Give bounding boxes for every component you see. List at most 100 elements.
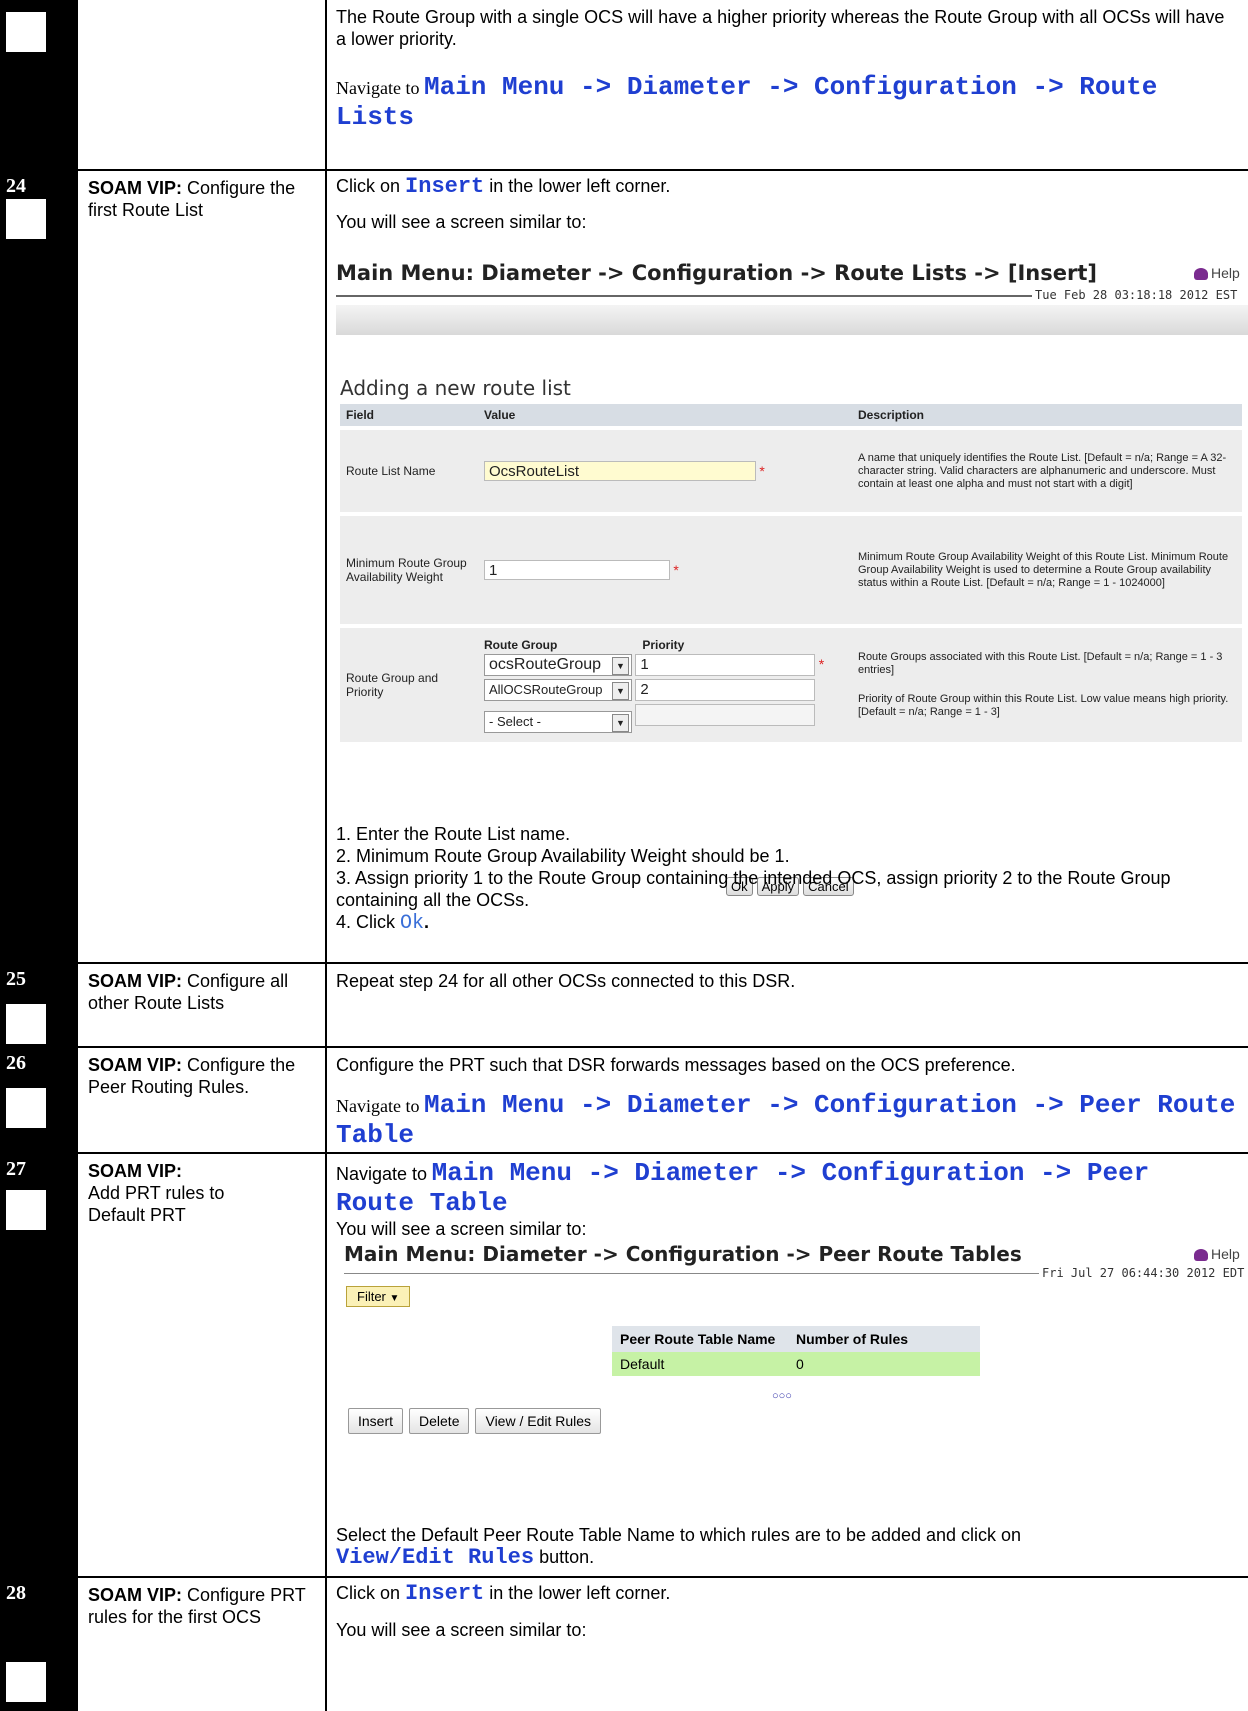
timestamp: Fri Jul 27 06:44:30 2012 EDT	[1039, 1266, 1245, 1280]
delete-button[interactable]: Delete	[409, 1408, 470, 1434]
step-checkbox[interactable]	[6, 12, 46, 52]
rg-row-3: - Select - ▼	[484, 703, 846, 733]
nav-prefix: Navigate to	[336, 78, 420, 98]
step-content: Click on Insert in the lower left corner…	[336, 175, 1236, 233]
route-group-select-1[interactable]: ocsRouteGroup ▼	[484, 653, 632, 676]
select-value: - Select -	[489, 713, 542, 729]
row-table-name: Default	[612, 1352, 788, 1376]
rg-col-priority: Priority	[642, 637, 685, 652]
nav-path: Main Menu -> Diameter -> Configuration -…	[336, 1090, 1236, 1150]
table-row[interactable]: Default 0	[612, 1352, 980, 1376]
instruction-1: 1. Enter the Route List name.	[336, 824, 571, 844]
help-label: Help	[1211, 265, 1240, 281]
step-title: SOAM VIP: Add PRT rules to Default PRT	[88, 1160, 308, 1226]
help-icon	[1194, 268, 1208, 281]
step-checkbox[interactable]	[6, 1004, 46, 1044]
route-group-select-3[interactable]: - Select - ▼	[484, 710, 632, 733]
chevron-down-icon: ▼	[612, 656, 629, 675]
instruction-4: 4. Click Ok.	[336, 911, 1236, 935]
step-role: SOAM VIP:	[88, 1161, 183, 1181]
min-weight-desc: Minimum Route Group Availability Weight …	[852, 512, 1242, 626]
step-description: Add PRT rules to Default PRT	[88, 1183, 225, 1225]
route-list-name-input[interactable]: OcsRouteList	[484, 461, 756, 481]
click-prefix: Click on	[336, 176, 401, 196]
resize-handle-icon[interactable]: ○○○	[772, 1390, 792, 1402]
column-divider	[325, 1578, 327, 1711]
prt-config-text: Configure the PRT such that DSR forwards…	[336, 1055, 1016, 1075]
see-screen-text: You will see a screen similar to:	[336, 1620, 587, 1640]
column-divider	[325, 171, 327, 962]
priority-input-3[interactable]	[635, 703, 816, 726]
step-checkbox[interactable]	[6, 1190, 46, 1230]
help-link[interactable]: Help	[1194, 265, 1240, 281]
instruction-3: 3. Assign priority 1 to the Route Group …	[336, 868, 1171, 910]
step-title: SOAM VIP: Configure the Peer Routing Rul…	[88, 1054, 308, 1098]
col-number-of-rules: Number of Rules	[788, 1326, 980, 1352]
step-content: Navigate to Main Menu -> Diameter -> Con…	[336, 1158, 1236, 1240]
help-label: Help	[1211, 1246, 1240, 1262]
col-peer-route-table-name: Peer Route Table Name	[612, 1326, 788, 1352]
peer-route-table-list: Peer Route Table Name Number of Rules De…	[612, 1326, 980, 1376]
screenshot-title: Main Menu: Diameter -> Configuration -> …	[336, 261, 1097, 285]
click-instruction: Click on Insert in the lower left corner…	[336, 175, 1236, 198]
step-content: The Route Group with a single OCS will h…	[336, 6, 1236, 132]
step-number-cell: 27	[0, 1154, 78, 1576]
step-number: 26	[6, 1052, 26, 1074]
help-icon	[1194, 1249, 1208, 1262]
ok-keyword: Ok	[400, 912, 425, 935]
step-role: SOAM VIP:	[88, 1585, 183, 1605]
select-instruction: Select the Default Peer Route Table Name…	[336, 1524, 1236, 1569]
screenshot-title: Main Menu: Diameter -> Configuration -> …	[344, 1242, 1022, 1266]
toolbar-band	[336, 305, 1248, 335]
min-weight-label: Minimum Route Group Availability Weight	[340, 512, 478, 626]
filter-button[interactable]: Filter ▼	[346, 1286, 411, 1307]
route-group-cell: Route Group Priority ocsRouteGroup ▼ 1 * …	[478, 624, 852, 742]
step-number: 27	[6, 1158, 26, 1180]
step-number-cell: 25	[0, 964, 78, 1046]
instr4-prefix: 4. Click	[336, 912, 396, 932]
min-weight-input[interactable]: 1	[484, 560, 670, 580]
select-suffix: button.	[539, 1547, 595, 1567]
step-checkbox[interactable]	[6, 1662, 46, 1702]
insert-button[interactable]: Insert	[348, 1408, 404, 1434]
column-divider	[325, 0, 327, 169]
step-number-cell: 28	[0, 1578, 78, 1711]
peer-route-tables-screenshot: Main Menu: Diameter -> Configuration -> …	[336, 1242, 1248, 1442]
section-heading: Adding a new route list	[340, 376, 571, 400]
route-group-select-2[interactable]: AllOCSRouteGroup ▼	[484, 678, 632, 701]
required-marker: *	[818, 655, 825, 672]
help-link[interactable]: Help	[1194, 1246, 1240, 1262]
route-list-insert-screenshot: Main Menu: Diameter -> Configuration -> …	[336, 261, 1248, 896]
rg-col-group: Route Group	[484, 637, 558, 652]
step-title: SOAM VIP: Configure the first Route List	[88, 177, 308, 221]
route-list-name-cell: OcsRouteList *	[478, 426, 852, 514]
chevron-down-icon: ▼	[612, 713, 629, 732]
row-number-of-rules: 0	[788, 1352, 980, 1376]
route-group-desc-1: Route Groups associated with this Route …	[858, 651, 1223, 676]
step-role: SOAM VIP:	[88, 971, 183, 991]
step-row-26: 26 SOAM VIP: Configure the Peer Routing …	[0, 1048, 1248, 1152]
step-row-24: 24 SOAM VIP: Configure the first Route L…	[0, 171, 1248, 962]
step-content: Configure the PRT such that DSR forwards…	[336, 1054, 1236, 1150]
priority-input-2[interactable]: 2	[635, 678, 816, 701]
header-value: Value	[478, 404, 852, 428]
navigation-instruction: Navigate to Main Menu -> Diameter -> Con…	[336, 72, 1236, 132]
priority-input-1[interactable]: 1	[635, 653, 816, 676]
route-group-priority-text: The Route Group with a single OCS will h…	[336, 7, 1225, 49]
route-group-desc: Route Groups associated with this Route …	[852, 624, 1242, 742]
step-checkbox[interactable]	[6, 1088, 46, 1128]
step-title: SOAM VIP: Configure all other Route List…	[88, 970, 308, 1014]
step-checkbox[interactable]	[6, 199, 46, 239]
step-number-cell: 24	[0, 171, 78, 962]
view-edit-rules-button[interactable]: View / Edit Rules	[475, 1408, 602, 1434]
step-number-cell: 26	[0, 1048, 78, 1152]
nav-prefix: Navigate to	[336, 1164, 428, 1184]
step-content: Click on Insert in the lower left corner…	[336, 1582, 1236, 1641]
step-title: SOAM VIP: Configure PRT rules for the fi…	[88, 1584, 308, 1628]
step-number: 24	[6, 175, 26, 197]
nav-path: Main Menu -> Diameter -> Configuration -…	[336, 72, 1158, 132]
see-screen-text: You will see a screen similar to:	[336, 1219, 587, 1239]
route-group-subheader: Route Group Priority	[484, 638, 846, 652]
route-group-label: Route Group and Priority	[340, 624, 478, 742]
step-number-cell	[0, 0, 78, 169]
